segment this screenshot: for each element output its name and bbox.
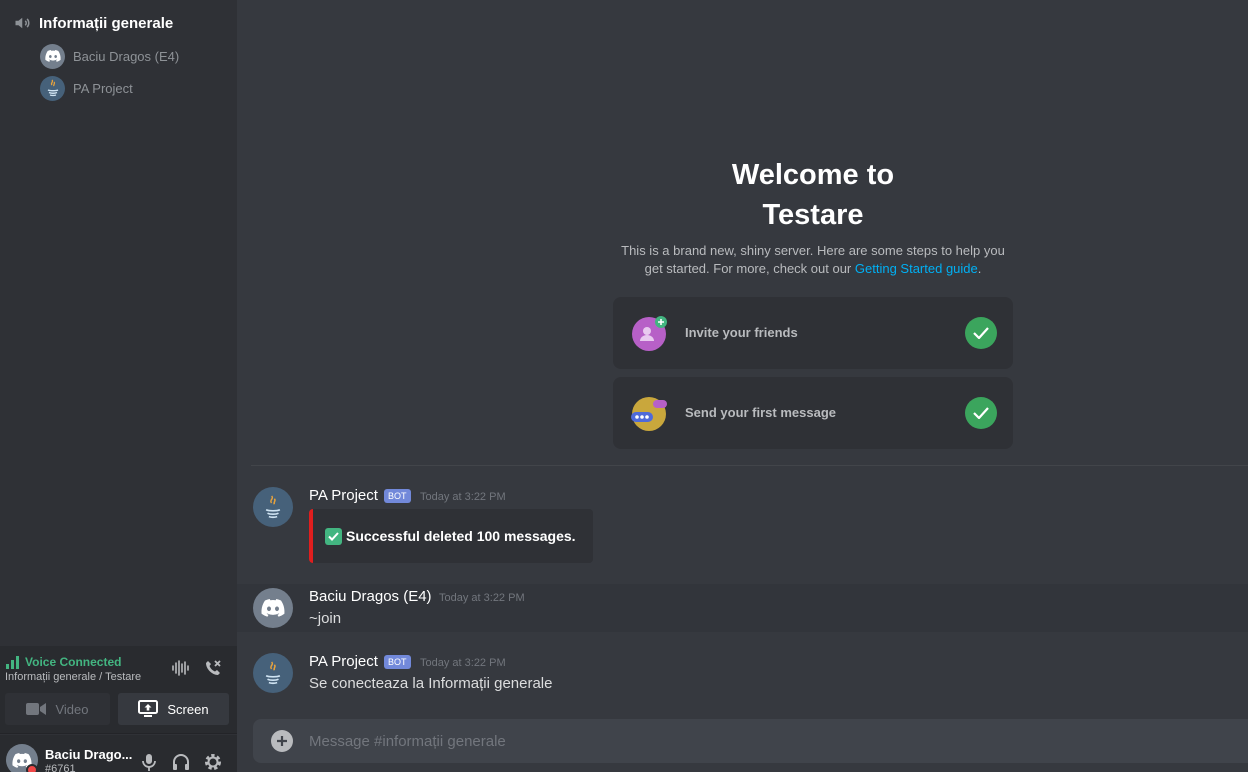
checkmark-icon (965, 317, 997, 349)
discord-window: Informații generale Baciu Dragos (E4) PA… (0, 0, 1248, 772)
message-timestamp: Today at 3:22 PM (439, 592, 525, 604)
invite-friends-icon (632, 316, 667, 351)
invite-friends-card[interactable]: Invite your friends (613, 297, 1013, 369)
user-panel: Baciu Drago... #6761 (0, 735, 237, 772)
screen-label: Screen (167, 701, 209, 717)
voice-status-text: Voice Connected (25, 655, 122, 669)
send-message-card[interactable]: Send your first message (613, 377, 1013, 449)
message-input[interactable] (309, 719, 1229, 763)
voice-channel[interactable]: Informații generale (14, 12, 173, 34)
headphones-icon[interactable] (171, 752, 191, 772)
discord-logo-icon[interactable] (253, 588, 293, 628)
video-label: Video (55, 701, 89, 717)
bot-badge: BOT (384, 489, 411, 503)
speaker-icon (15, 17, 30, 29)
voice-member-name: PA Project (73, 80, 133, 96)
java-logo-icon (40, 75, 65, 101)
message-author[interactable]: PA Project (309, 653, 378, 670)
voice-status-panel: Voice Connected Informații generale / Te… (0, 646, 237, 734)
divider (251, 465, 1248, 466)
message-text: Se conecteaza la Informații generale (309, 675, 553, 692)
gear-icon[interactable] (203, 752, 223, 772)
add-attachment-icon[interactable] (271, 730, 293, 752)
card-label: Invite your friends (685, 325, 798, 340)
message-embed: Successful deleted 100 messages. (309, 509, 593, 563)
disconnect-call-icon[interactable] (204, 659, 222, 677)
send-message-icon (631, 397, 667, 431)
discord-logo-icon (40, 43, 65, 69)
chat-area: Welcome to Testare This is a brand new, … (237, 0, 1248, 772)
checkmark-icon (965, 397, 997, 429)
username: Baciu Drago... (45, 747, 133, 762)
channel-sidebar: Informații generale Baciu Dragos (E4) PA… (0, 0, 237, 772)
voice-location: Informații generale / Testare (5, 671, 142, 683)
java-logo-icon[interactable] (253, 653, 293, 693)
user-tag: #6761 (45, 763, 76, 772)
voice-channel-name: Informații generale (39, 14, 174, 32)
message-author[interactable]: Baciu Dragos (E4) (309, 588, 432, 605)
welcome-title: Welcome to (731, 159, 895, 191)
voice-member[interactable]: PA Project (40, 75, 133, 101)
voice-member-name: Baciu Dragos (E4) (73, 48, 180, 64)
voice-member[interactable]: Baciu Dragos (E4) (40, 43, 179, 69)
video-button[interactable]: Video (5, 693, 110, 725)
message-timestamp: Today at 3:22 PM (420, 491, 506, 503)
java-logo-icon[interactable] (253, 487, 293, 527)
screen-share-icon (138, 700, 159, 717)
welcome-description: This is a brand new, shiny server. Here … (614, 242, 1012, 278)
check-box-icon (325, 527, 342, 545)
bot-badge: BOT (384, 655, 411, 669)
voice-connected-status[interactable]: Voice Connected (6, 655, 121, 669)
message-text: ~join (309, 610, 342, 627)
getting-started-link[interactable]: Getting Started guide (855, 261, 978, 276)
screen-share-button[interactable]: Screen (118, 693, 229, 725)
noise-suppression-icon[interactable] (171, 659, 189, 677)
card-label: Send your first message (685, 405, 836, 420)
embed-text: Successful deleted 100 messages. (346, 528, 576, 544)
message-timestamp: Today at 3:22 PM (420, 657, 506, 669)
welcome-desc-end: . (977, 261, 982, 276)
microphone-icon[interactable] (139, 752, 159, 772)
signal-bars-icon (6, 655, 19, 669)
status-dot (26, 764, 38, 772)
message-author[interactable]: PA Project (309, 487, 378, 504)
message-composer (253, 719, 1248, 763)
server-name: Testare (762, 199, 864, 231)
video-camera-icon (26, 703, 47, 715)
